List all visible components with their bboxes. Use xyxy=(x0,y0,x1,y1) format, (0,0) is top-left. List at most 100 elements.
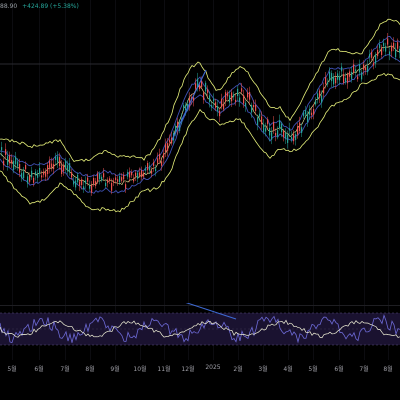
candle xyxy=(171,137,173,144)
candle xyxy=(183,105,185,108)
upper-band xyxy=(0,18,400,162)
candle xyxy=(87,177,89,182)
candle xyxy=(349,71,351,77)
candle xyxy=(255,104,257,111)
candle xyxy=(353,64,355,73)
candle xyxy=(75,180,77,188)
candle xyxy=(373,62,375,66)
candle xyxy=(155,168,157,172)
candle xyxy=(269,128,271,136)
candle xyxy=(121,177,123,181)
candle xyxy=(241,88,243,92)
candle xyxy=(199,84,201,90)
candle xyxy=(375,54,377,64)
candle xyxy=(19,164,21,173)
candle xyxy=(149,165,151,171)
rsi-pane[interactable] xyxy=(0,303,400,361)
candle xyxy=(37,173,39,178)
candle xyxy=(157,158,159,163)
candle xyxy=(229,95,231,103)
candle xyxy=(153,162,155,167)
candle xyxy=(25,165,27,170)
candle xyxy=(293,134,295,142)
candle xyxy=(291,136,293,140)
candle xyxy=(51,163,53,168)
candle xyxy=(193,97,195,101)
candle xyxy=(295,134,297,140)
candle xyxy=(371,52,373,58)
candle xyxy=(337,73,339,80)
candle xyxy=(259,113,261,117)
candle xyxy=(359,64,361,73)
candle xyxy=(147,163,149,171)
candle xyxy=(297,126,299,135)
candle xyxy=(357,76,359,80)
candle xyxy=(397,42,399,49)
candle xyxy=(57,156,59,163)
candle xyxy=(125,184,127,189)
candle xyxy=(3,160,5,166)
candle xyxy=(91,185,93,193)
candle xyxy=(261,116,263,125)
candle xyxy=(385,46,387,52)
time-axis-tick: 3월 xyxy=(258,366,268,373)
time-axis-tick: 9월 xyxy=(110,366,120,373)
candle xyxy=(237,88,239,96)
candle xyxy=(169,139,171,143)
candle xyxy=(119,176,121,183)
candle xyxy=(113,180,115,183)
lower-band xyxy=(0,72,400,213)
candle xyxy=(257,117,259,126)
candle xyxy=(223,104,225,110)
candle xyxy=(251,105,253,113)
candle xyxy=(381,47,383,55)
candle xyxy=(67,165,69,172)
candle xyxy=(143,173,145,177)
candle xyxy=(203,92,205,100)
time-axis-tick: 8월 xyxy=(85,366,95,373)
candle xyxy=(321,95,323,103)
candle xyxy=(213,99,215,102)
candle xyxy=(107,179,109,183)
candle xyxy=(73,180,75,185)
candle xyxy=(33,177,35,183)
chart-window[interactable]: 88.90 +424.89 (+5.38%) 5월 6월 7월 8월 9월 10월 11월 1… xyxy=(0,0,400,400)
candle xyxy=(285,133,287,139)
candle xyxy=(383,42,385,46)
candle xyxy=(367,65,369,73)
candle xyxy=(53,164,55,169)
candle xyxy=(345,77,347,83)
candle xyxy=(159,153,161,160)
candle xyxy=(219,110,221,117)
candle xyxy=(5,149,7,155)
candle xyxy=(45,171,47,177)
candle xyxy=(313,109,315,115)
candle xyxy=(271,132,273,140)
time-axis[interactable]: 5월 6월 7월 8월 9월 10월 11월 12월 2025 2월 3월 4월 5월 6월 7월 8월 xyxy=(0,362,400,376)
candle xyxy=(243,95,245,104)
candle xyxy=(83,186,85,190)
candle xyxy=(207,89,209,93)
time-axis-tick: 5월 xyxy=(308,366,318,373)
candle xyxy=(225,92,227,102)
candle xyxy=(267,119,269,125)
candle xyxy=(363,64,365,70)
candle xyxy=(211,105,213,108)
candle xyxy=(161,161,163,166)
candle xyxy=(47,165,49,174)
candle xyxy=(141,170,143,178)
time-axis-tick: 12월 xyxy=(181,366,195,373)
candle xyxy=(93,178,95,184)
time-axis-tick: 2월 xyxy=(233,366,243,373)
candle xyxy=(15,156,17,165)
candle xyxy=(99,173,101,180)
candle xyxy=(323,87,325,94)
candle xyxy=(11,160,13,164)
main-price-pane[interactable] xyxy=(0,0,400,300)
candle xyxy=(71,172,73,178)
candle xyxy=(343,74,345,83)
candle xyxy=(115,177,117,181)
candle xyxy=(49,160,51,168)
time-axis-tick: 11월 xyxy=(157,366,171,373)
mid-band-upper xyxy=(0,36,400,177)
